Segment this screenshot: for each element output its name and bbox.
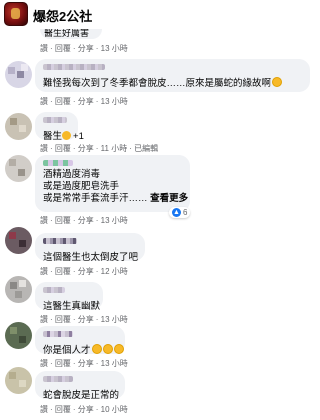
comment-text: 蛇會脫皮是正常的 (43, 390, 120, 401)
like-link[interactable]: 讚 (40, 267, 48, 276)
see-more-link[interactable]: 查看更多 (150, 193, 188, 204)
reaction-count: 6 (183, 208, 188, 217)
commenter-name[interactable] (43, 64, 105, 70)
comment-text: 或是常常手套流手汗…… 查看更多 (43, 193, 189, 204)
timestamp[interactable]: 13 小時 (101, 359, 128, 368)
share-link[interactable]: 分享 (78, 405, 94, 414)
timestamp[interactable]: 11 小時 (101, 144, 128, 153)
avatar[interactable] (5, 155, 32, 182)
comment-bubble: 酒精過度消毒 或是過度肥皂洗手 或是常常手套流手汗…… 查看更多 (35, 155, 190, 212)
comment-text: 難怪我每次到了冬季都會脫皮……原來是屬蛇的緣故啊 (43, 77, 283, 89)
like-link[interactable]: 讚 (40, 216, 48, 225)
commenter-name[interactable] (43, 117, 67, 123)
commenter-name[interactable] (43, 287, 65, 293)
reply-link[interactable]: 回覆 (55, 267, 71, 276)
share-link[interactable]: 分享 (78, 315, 94, 324)
comment-actions: 讚 · 回覆 · 分享 · 13 小時 (40, 97, 128, 106)
comment-actions: 讚 · 回覆 · 分享 · 13 小時 (40, 315, 128, 324)
comment-text: 醫生 +1 (43, 131, 84, 142)
reply-link[interactable]: 回覆 (55, 216, 71, 225)
timestamp[interactable]: 13 小時 (101, 315, 128, 324)
thumbs-up-emoji-icon (62, 131, 72, 140)
timestamp[interactable]: 12 小時 (101, 267, 128, 276)
share-link[interactable]: 分享 (78, 359, 94, 368)
comment-actions: 讚 · 回覆 · 分享 · 11 小時 · 已編輯 (40, 144, 159, 153)
laughing-emoji-icon (272, 77, 283, 87)
avatar[interactable] (5, 367, 32, 394)
reaction-summary[interactable]: ▲ 6 (169, 207, 191, 218)
reply-link[interactable]: 回覆 (55, 144, 71, 153)
share-link[interactable]: 分享 (78, 44, 94, 53)
laughing-emoji-icon (113, 344, 124, 354)
reply-link[interactable]: 回覆 (55, 315, 71, 324)
comment-actions: 讚 · 回覆 · 分享 · 10 小時 (40, 405, 128, 414)
group-title[interactable]: 爆怨2公社 (33, 6, 92, 25)
comment-actions: 讚 · 回覆 · 分享 · 12 小時 (40, 267, 128, 276)
avatar[interactable] (5, 61, 32, 88)
like-link[interactable]: 讚 (40, 359, 48, 368)
comment-bubble: 你是個人才 (35, 326, 125, 356)
like-link[interactable]: 讚 (40, 315, 48, 324)
previous-comment-fragment: 醫生好厲害 (40, 29, 102, 39)
comment-text: 你是個人才 (43, 344, 124, 356)
share-link[interactable]: 分享 (78, 97, 94, 106)
commenter-name[interactable] (43, 376, 73, 382)
reply-link[interactable]: 回覆 (55, 405, 71, 414)
avatar[interactable] (5, 227, 32, 254)
comment-text: 酒精過度消毒 (43, 169, 101, 180)
comment-bubble: 醫生 +1 (35, 112, 84, 142)
avatar[interactable] (5, 113, 32, 140)
laughing-emoji-icon (91, 344, 102, 354)
like-link[interactable]: 讚 (40, 144, 48, 153)
edited-label: 已編輯 (134, 144, 159, 153)
avatar[interactable] (5, 276, 32, 303)
commenter-name[interactable] (43, 238, 77, 244)
like-reaction-icon: ▲ (172, 208, 181, 217)
comment-text: 這個醫生也太倒皮了吧 (43, 252, 139, 263)
share-link[interactable]: 分享 (78, 267, 94, 276)
comment-bubble: 難怪我每次到了冬季都會脫皮……原來是屬蛇的緣故啊 (35, 59, 310, 92)
comment-text: 這醫生真幽默 (43, 301, 101, 312)
like-link[interactable]: 讚 (40, 97, 48, 106)
commenter-name[interactable] (43, 160, 73, 166)
commenter-name[interactable] (43, 331, 73, 337)
comment-actions: 讚 · 回覆 · 分享 · 13 小時 (40, 216, 128, 225)
reply-link[interactable]: 回覆 (55, 44, 71, 53)
timestamp[interactable]: 13 小時 (101, 97, 128, 106)
timestamp[interactable]: 13 小時 (101, 44, 128, 53)
comment-bubble: 這個醫生也太倒皮了吧 (35, 233, 145, 263)
share-link[interactable]: 分享 (78, 144, 94, 153)
comment-actions: 讚 · 回覆 · 分享 · 13 小時 (40, 44, 128, 53)
like-link[interactable]: 讚 (40, 44, 48, 53)
reply-link[interactable]: 回覆 (55, 97, 71, 106)
reply-link[interactable]: 回覆 (55, 359, 71, 368)
laughing-emoji-icon (102, 344, 113, 354)
timestamp[interactable]: 13 小時 (101, 216, 128, 225)
like-link[interactable]: 讚 (40, 405, 48, 414)
comment-text: 或是過度肥皂洗手 (43, 181, 120, 192)
timestamp[interactable]: 10 小時 (101, 405, 128, 414)
group-logo[interactable] (4, 2, 28, 26)
comment-actions: 讚 · 回覆 · 分享 · 13 小時 (40, 359, 128, 368)
share-link[interactable]: 分享 (78, 216, 94, 225)
group-header: 爆怨2公社 (0, 0, 319, 30)
avatar[interactable] (5, 322, 32, 349)
comment-bubble: 這醫生真幽默 (35, 282, 103, 312)
comment-bubble: 蛇會脫皮是正常的 (35, 371, 125, 401)
